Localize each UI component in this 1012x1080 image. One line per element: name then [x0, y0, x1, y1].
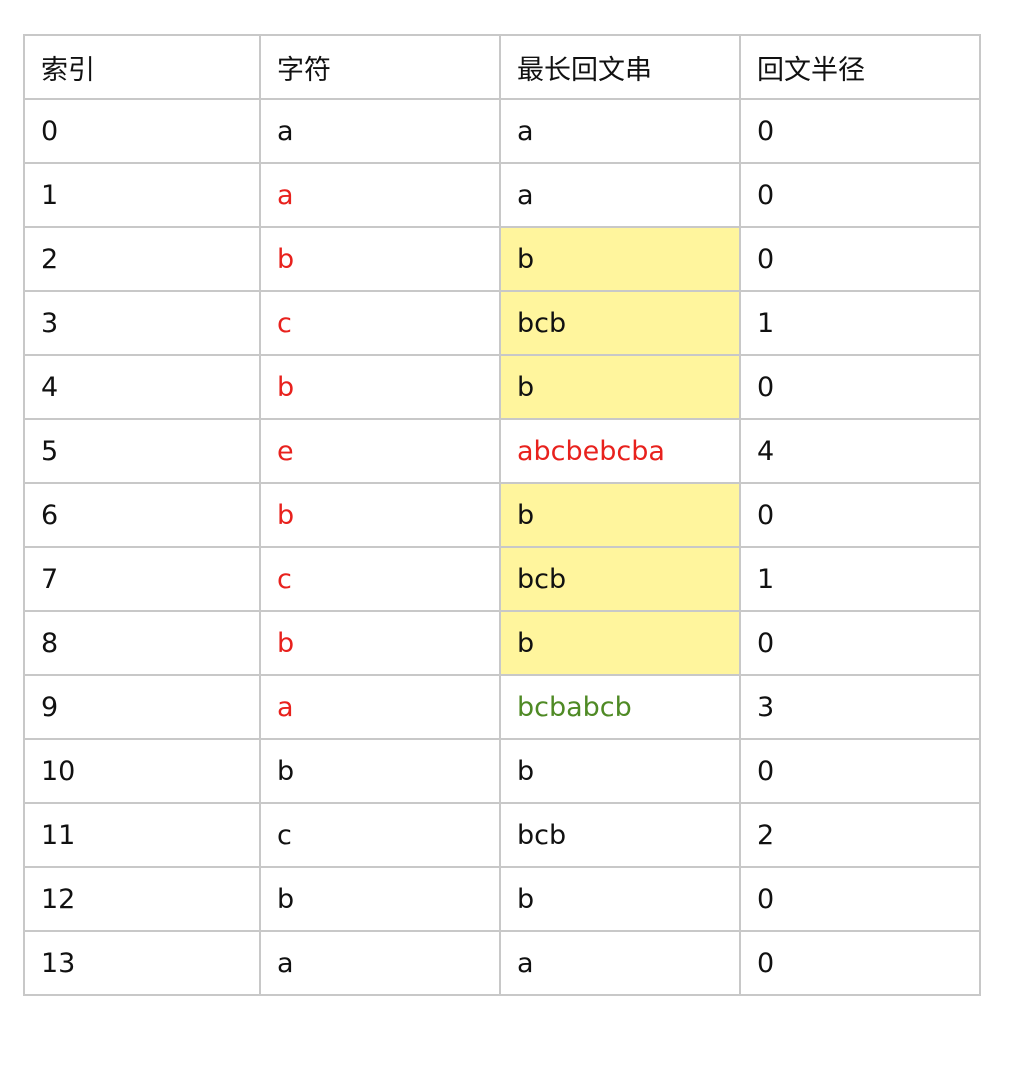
cell-index: 0 — [23, 98, 261, 164]
table-row: 7 c bcb 1 — [23, 546, 981, 612]
cell-radius: 0 — [739, 930, 981, 996]
header-index: 索引 — [23, 34, 261, 100]
cell-radius: 0 — [739, 866, 981, 932]
cell-palindrome: bcb — [499, 546, 741, 612]
cell-palindrome: b — [499, 354, 741, 420]
cell-index: 4 — [23, 354, 261, 420]
cell-char: a — [259, 930, 501, 996]
table-row: 2 b b 0 — [23, 226, 981, 292]
cell-radius: 4 — [739, 418, 981, 484]
cell-index: 6 — [23, 482, 261, 548]
cell-char: c — [259, 546, 501, 612]
cell-char: b — [259, 738, 501, 804]
cell-char: b — [259, 354, 501, 420]
table-row: 12 b b 0 — [23, 866, 981, 932]
table-row: 0 a a 0 — [23, 98, 981, 164]
cell-palindrome: b — [499, 738, 741, 804]
cell-radius: 0 — [739, 482, 981, 548]
header-radius: 回文半径 — [739, 34, 981, 100]
table-row: 6 b b 0 — [23, 482, 981, 548]
cell-index: 8 — [23, 610, 261, 676]
cell-index: 12 — [23, 866, 261, 932]
cell-char: e — [259, 418, 501, 484]
cell-char: a — [259, 674, 501, 740]
header-char: 字符 — [259, 34, 501, 100]
cell-radius: 0 — [739, 610, 981, 676]
cell-radius: 0 — [739, 354, 981, 420]
cell-radius: 2 — [739, 802, 981, 868]
table-row: 4 b b 0 — [23, 354, 981, 420]
cell-index: 5 — [23, 418, 261, 484]
cell-index: 2 — [23, 226, 261, 292]
cell-index: 7 — [23, 546, 261, 612]
header-row: 索引 字符 最长回文串 回文半径 — [23, 34, 981, 100]
cell-char: c — [259, 802, 501, 868]
cell-palindrome: b — [499, 226, 741, 292]
cell-char: b — [259, 226, 501, 292]
cell-palindrome: a — [499, 162, 741, 228]
cell-index: 11 — [23, 802, 261, 868]
cell-radius: 1 — [739, 290, 981, 356]
table-row: 3 c bcb 1 — [23, 290, 981, 356]
cell-char: c — [259, 290, 501, 356]
cell-palindrome: bcb — [499, 802, 741, 868]
cell-index: 3 — [23, 290, 261, 356]
cell-char: b — [259, 610, 501, 676]
cell-palindrome: b — [499, 866, 741, 932]
table-row: 8 b b 0 — [23, 610, 981, 676]
cell-palindrome: abcbebcba — [499, 418, 741, 484]
cell-char: a — [259, 162, 501, 228]
cell-palindrome: b — [499, 610, 741, 676]
cell-radius: 0 — [739, 738, 981, 804]
cell-palindrome: a — [499, 930, 741, 996]
cell-palindrome: bcbabcb — [499, 674, 741, 740]
cell-palindrome: b — [499, 482, 741, 548]
cell-char: b — [259, 866, 501, 932]
cell-radius: 3 — [739, 674, 981, 740]
table-row: 10 b b 0 — [23, 738, 981, 804]
cell-radius: 0 — [739, 162, 981, 228]
cell-index: 13 — [23, 930, 261, 996]
cell-char: b — [259, 482, 501, 548]
cell-palindrome: a — [499, 98, 741, 164]
table-row: 11 c bcb 2 — [23, 802, 981, 868]
header-palindrome: 最长回文串 — [499, 34, 741, 100]
cell-radius: 0 — [739, 98, 981, 164]
cell-index: 10 — [23, 738, 261, 804]
palindrome-table: 索引 字符 最长回文串 回文半径 0 a a 0 1 a a 0 2 b b 0… — [23, 34, 981, 996]
cell-char: a — [259, 98, 501, 164]
table-row: 9 a bcbabcb 3 — [23, 674, 981, 740]
cell-index: 1 — [23, 162, 261, 228]
cell-radius: 1 — [739, 546, 981, 612]
cell-palindrome: bcb — [499, 290, 741, 356]
table-row: 13 a a 0 — [23, 930, 981, 996]
cell-index: 9 — [23, 674, 261, 740]
cell-radius: 0 — [739, 226, 981, 292]
table-row: 1 a a 0 — [23, 162, 981, 228]
table-row: 5 e abcbebcba 4 — [23, 418, 981, 484]
